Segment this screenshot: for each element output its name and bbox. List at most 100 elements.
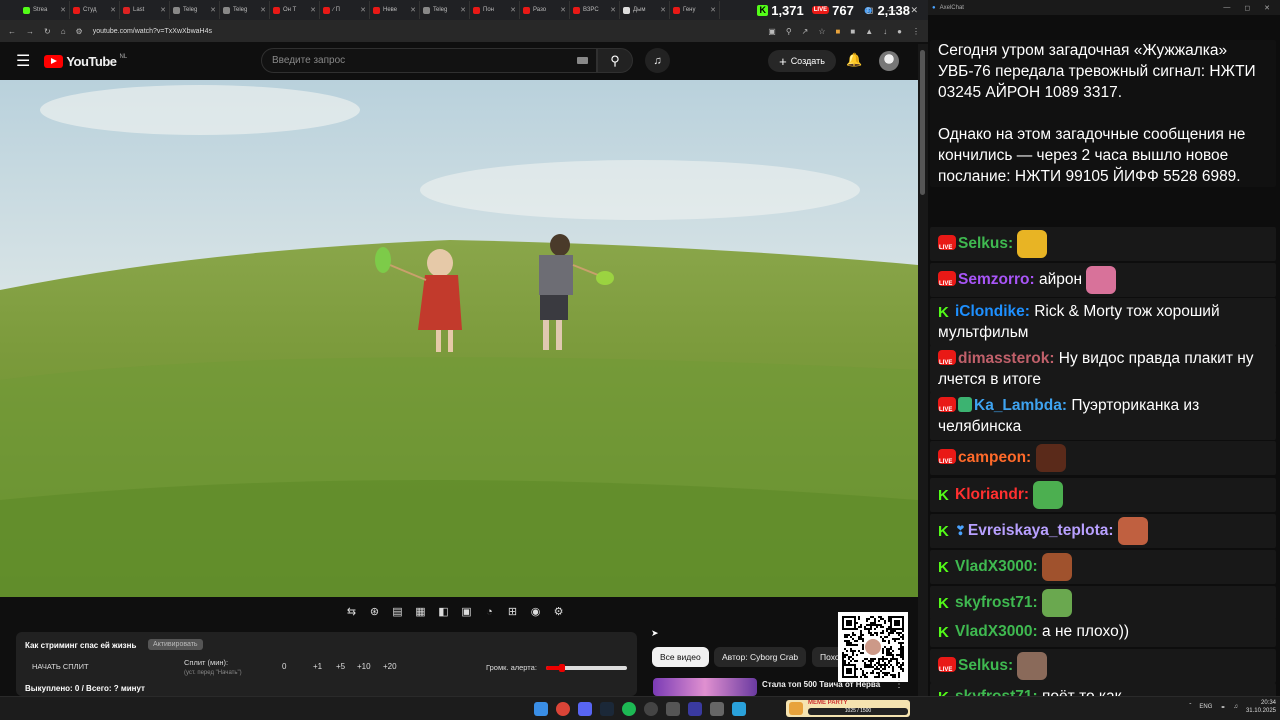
tab-close-icon[interactable]: ✕ — [310, 6, 316, 14]
scrollbar-thumb[interactable] — [920, 50, 925, 195]
app-icon[interactable] — [688, 702, 702, 716]
minimize-icon[interactable]: — — [1223, 4, 1230, 12]
browser-tab[interactable]: Strea ✕ — [20, 1, 70, 19]
start-split-button[interactable]: НАЧАТЬ СПЛИТ — [32, 662, 89, 671]
bell-icon[interactable]: 🔔 — [846, 52, 862, 68]
telegram-icon[interactable] — [732, 702, 746, 716]
steam-icon[interactable] — [600, 702, 614, 716]
browser-tab[interactable]: Разо ✕ — [520, 1, 570, 19]
browser-tab[interactable]: Гену ✕ — [670, 1, 720, 19]
close-icon[interactable]: ✕ — [910, 5, 918, 16]
download-icon[interactable]: ↓ — [883, 27, 887, 36]
tab-close-icon[interactable]: ✕ — [460, 6, 466, 14]
gear-icon[interactable]: ⚙ — [551, 604, 566, 619]
spotify-icon[interactable] — [622, 702, 636, 716]
extension-icon[interactable]: ■ — [850, 27, 855, 36]
playlist-icon[interactable]: ▤ — [390, 604, 405, 619]
wifi-icon[interactable]: ⚭ — [1220, 704, 1225, 711]
reload-icon[interactable]: ↻ — [44, 27, 51, 36]
add-box-icon[interactable]: ⊞ — [505, 604, 520, 619]
extension-icon[interactable]: ■ — [836, 27, 841, 36]
browser-tab[interactable]: Неве ✕ — [370, 1, 420, 19]
tab-close-icon[interactable]: ✕ — [360, 6, 366, 14]
volume-icon[interactable]: ♫ — [1233, 704, 1238, 710]
chat-username[interactable]: dimassterok: — [958, 350, 1054, 367]
camera-icon[interactable]: ◉ — [528, 604, 543, 619]
browser-tab[interactable]: Он Т ✕ — [270, 1, 320, 19]
chat-username[interactable]: VladX3000: — [955, 623, 1038, 640]
youtube-logo[interactable]: YouTube NL — [44, 54, 127, 69]
extensions-puzzle-icon[interactable]: ▲ — [865, 27, 873, 36]
chat-username[interactable]: skyfrost71: — [955, 688, 1038, 696]
split-plus-1-button[interactable]: +1 — [313, 662, 322, 671]
chat-username[interactable]: iClondike: — [955, 303, 1030, 320]
chat-username[interactable]: VladX3000: — [955, 558, 1038, 575]
site-info-icon[interactable]: ⚙ — [76, 27, 83, 36]
chat-username[interactable]: Semzorro: — [958, 271, 1035, 288]
tab-close-icon[interactable]: ✕ — [60, 6, 66, 14]
tab-close-icon[interactable]: ✕ — [610, 6, 616, 14]
chat-username[interactable]: skyfrost71: — [955, 594, 1038, 611]
home-icon[interactable]: ⌂ — [61, 27, 66, 36]
speed-icon[interactable]: ◔ — [482, 604, 497, 619]
minimize-icon[interactable]: ◻ — [866, 5, 873, 16]
app-icon[interactable] — [666, 702, 680, 716]
recommendation-thumbnail[interactable] — [653, 678, 757, 696]
bookmark-icon[interactable]: ☆ — [818, 27, 825, 36]
search-input[interactable]: Введите запрос — [261, 48, 597, 73]
loop-icon[interactable]: ⇆ — [344, 604, 359, 619]
recommendation-title[interactable]: Стала топ 500 Твича от Нерва — [762, 680, 880, 689]
clapper-icon[interactable]: ▦ — [413, 604, 428, 619]
browser-tab[interactable]: Last ✕ — [120, 1, 170, 19]
avatar[interactable] — [879, 51, 899, 71]
hamburger-icon[interactable]: ☰ — [16, 51, 30, 71]
start-icon[interactable] — [534, 702, 548, 716]
split-plus-5-button[interactable]: +5 — [336, 662, 345, 671]
tab-close-icon[interactable]: ✕ — [260, 6, 266, 14]
tab-close-icon[interactable]: ✕ — [510, 6, 516, 14]
discord-icon[interactable] — [578, 702, 592, 716]
frame-icon[interactable]: ▣ — [459, 604, 474, 619]
cast-icon[interactable]: ▣ — [768, 27, 776, 36]
chat-username[interactable]: Kloriandr: — [955, 486, 1029, 503]
chat-username[interactable]: Selkus: — [958, 235, 1013, 252]
keyboard-icon[interactable] — [577, 57, 588, 64]
more-options-icon[interactable]: ⋮ — [894, 679, 904, 690]
alert-volume-knob[interactable] — [559, 664, 566, 672]
profile-icon[interactable]: ● — [897, 27, 902, 36]
split-plus-10-button[interactable]: +10 — [357, 662, 371, 671]
broadcast-icon[interactable]: ⊛ — [367, 604, 382, 619]
tab-close-icon[interactable]: ✕ — [410, 6, 416, 14]
chat-username[interactable]: campeon: — [958, 449, 1031, 466]
picture-in-picture-icon[interactable]: ◧ — [436, 604, 451, 619]
chevron-up-icon[interactable]: ˆ — [1189, 704, 1191, 710]
browser-tab[interactable]: ∕ П ✕ — [320, 1, 370, 19]
browser-tab[interactable]: Teleg ✕ — [170, 1, 220, 19]
forward-icon[interactable]: → — [26, 27, 34, 36]
tab-close-icon[interactable]: ✕ — [210, 6, 216, 14]
create-button[interactable]: + Создать — [768, 50, 836, 72]
search-button[interactable]: ⚲ — [597, 48, 633, 73]
chat-username[interactable]: Evreiskaya_teplota: — [968, 522, 1114, 539]
browser-tab[interactable]: ВЗРС ✕ — [570, 1, 620, 19]
tab-close-icon[interactable]: ✕ — [560, 6, 566, 14]
tab-close-icon[interactable]: ✕ — [160, 6, 166, 14]
browser-tab[interactable]: Студ ✕ — [70, 1, 120, 19]
url-field[interactable]: youtube.com/watch?v=TxXwXbwaH4s — [93, 28, 759, 35]
zoom-icon[interactable]: ⚲ — [786, 27, 792, 36]
split-plus-20-button[interactable]: +20 — [383, 662, 397, 671]
activate-button[interactable]: Активировать — [148, 639, 203, 650]
clock[interactable]: 20:34 31.10.2025 — [1246, 699, 1276, 715]
tab-close-icon[interactable]: ✕ — [110, 6, 116, 14]
obs-icon[interactable] — [644, 702, 658, 716]
tab-close-icon[interactable]: ✕ — [710, 6, 716, 14]
browser-tab[interactable]: Teleg ✕ — [220, 1, 270, 19]
chat-username[interactable]: Ka_Lambda: — [974, 397, 1067, 414]
app-icon[interactable] — [710, 702, 724, 716]
close-icon[interactable]: ✕ — [1264, 4, 1270, 12]
voice-search-button[interactable]: ♫ — [645, 48, 670, 73]
alert-volume-slider[interactable] — [546, 664, 627, 672]
chip-all-videos[interactable]: Все видео — [652, 647, 709, 667]
browser-tab[interactable]: Teleg ✕ — [420, 1, 470, 19]
maximize-icon[interactable]: ◻ — [1244, 4, 1250, 12]
